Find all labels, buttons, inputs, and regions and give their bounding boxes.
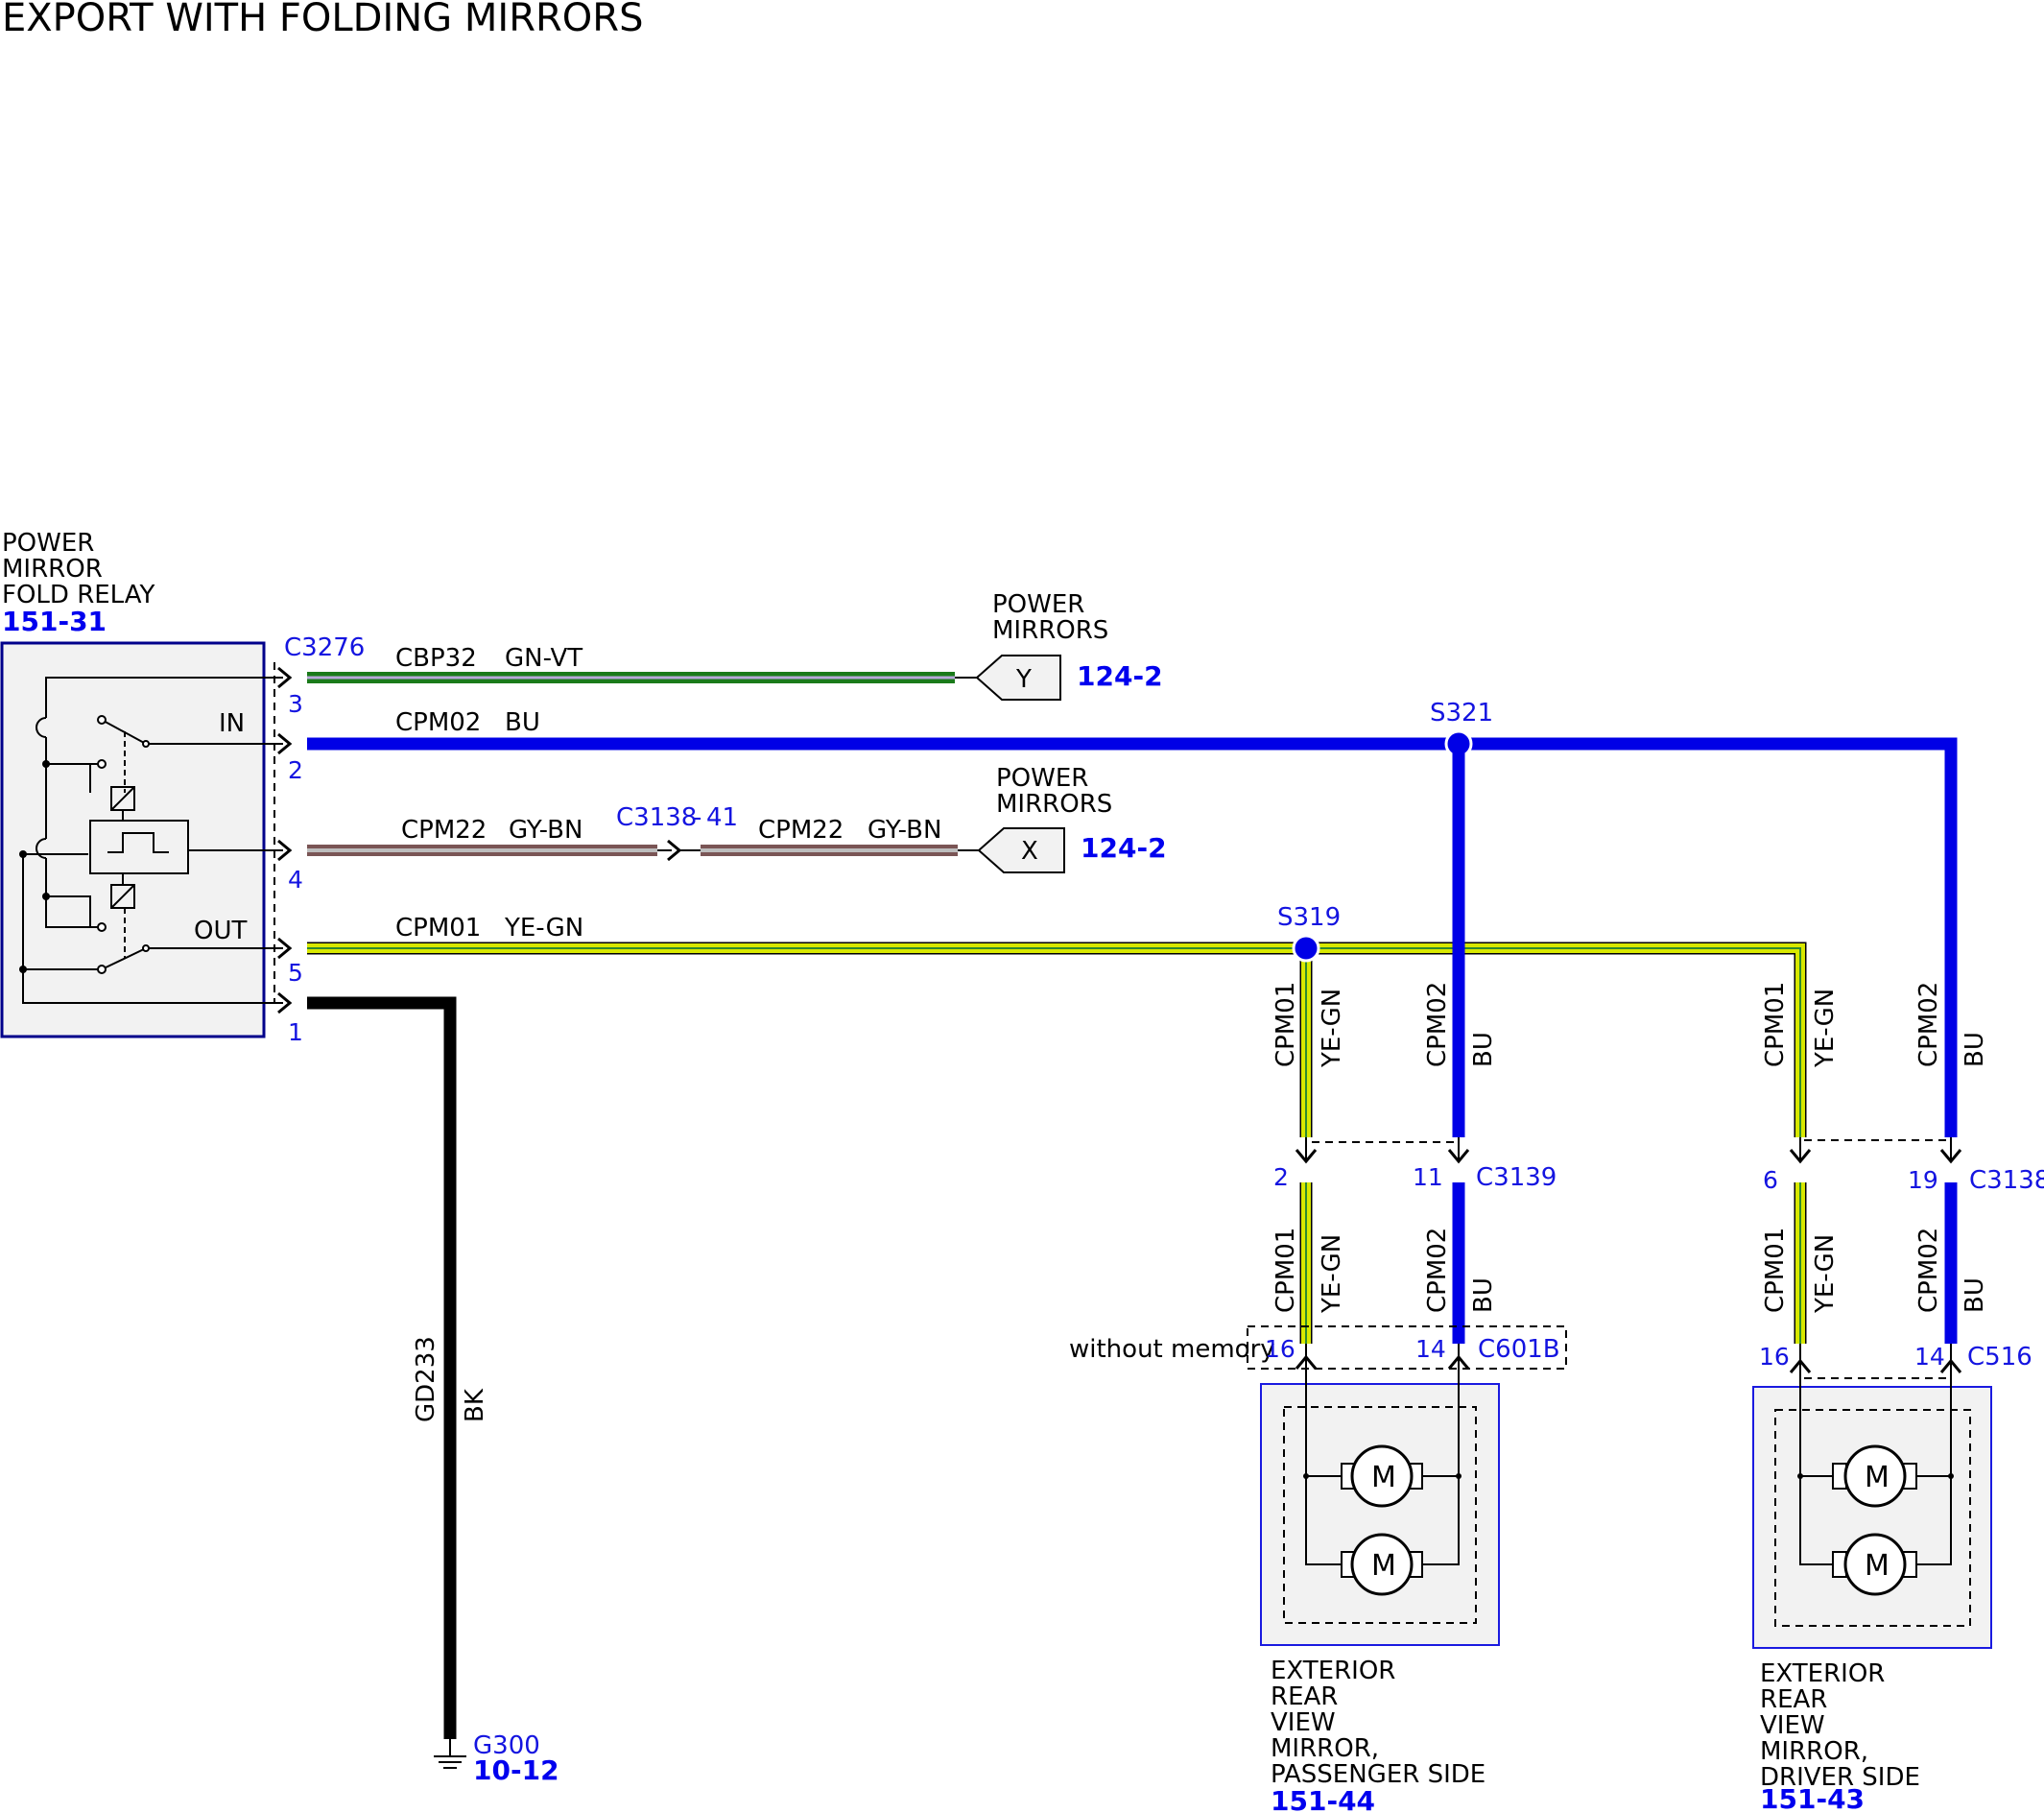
- wire-cpm01-circuit: CPM01: [395, 914, 481, 942]
- connector-c3139: 2 11 C3139: [1273, 1137, 1557, 1192]
- connector-c516: 16 14 C516: [1759, 1343, 2032, 1384]
- inline-connector-dash: -: [693, 803, 701, 832]
- driver-mirror-line-4: MIRROR,: [1760, 1737, 1868, 1766]
- connector-c516-pin-right: 14: [1914, 1343, 1945, 1371]
- connector-c601b-pin-right: 14: [1415, 1335, 1446, 1363]
- connector-c3138-driver-pin-right: 19: [1908, 1166, 1938, 1194]
- driver-cpm01-lower-color: YE-GN: [1811, 1234, 1840, 1314]
- driver-mirror-line-1: EXTERIOR: [1760, 1659, 1885, 1688]
- relay-out-label: OUT: [194, 917, 247, 945]
- power-mirrors-y-line-1: POWER: [992, 590, 1084, 619]
- passenger-mirror-line-2: REAR: [1271, 1682, 1338, 1711]
- driver-cpm02-upper-circuit: CPM02: [1914, 982, 1943, 1067]
- relay-ref[interactable]: 151-31: [2, 606, 107, 637]
- power-mirrors-y: POWER MIRRORS Y 124-2: [975, 590, 1163, 701]
- driver-cpm01-lower-circuit: CPM01: [1761, 1228, 1790, 1313]
- inline-connector-pin: 41: [706, 803, 738, 832]
- splice-s319-label: S319: [1277, 903, 1341, 932]
- ground-ref[interactable]: 10-12: [473, 1754, 559, 1786]
- connector-c3138-driver-pin-left: 6: [1763, 1166, 1778, 1194]
- driver-cpm02-lower-circuit: CPM02: [1914, 1228, 1943, 1313]
- wire-cpm22-circuit-left: CPM22: [401, 816, 487, 845]
- passenger-mirror-line-1: EXTERIOR: [1271, 1657, 1395, 1685]
- passenger-cpm02-lower-color: BU: [1469, 1277, 1498, 1313]
- connector-c3138-driver-name: C3138: [1969, 1166, 2044, 1195]
- connector-c601b-name: C601B: [1478, 1335, 1560, 1364]
- wire-cpm22-color-left: GY-BN: [509, 816, 582, 845]
- wire-cpm02-circuit: CPM02: [395, 708, 481, 737]
- passenger-cpm01-lower-color: YE-GN: [1318, 1234, 1346, 1314]
- passenger-mirror-ref[interactable]: 151-44: [1271, 1785, 1375, 1813]
- driver-mirror-line-3: VIEW: [1760, 1711, 1825, 1740]
- wire-cbp32-color: GN-VT: [505, 644, 582, 673]
- relay-pin-4: 4: [288, 866, 303, 894]
- driver-mirror: M M EXTERIOR REAR VIEW MIRROR, DRIVER SI…: [1752, 1384, 1992, 1813]
- relay-name-line-2: MIRROR: [2, 555, 103, 584]
- connector-c601b-note: without memory: [1069, 1335, 1275, 1364]
- passenger-cpm01-upper-color: YE-GN: [1318, 989, 1346, 1068]
- passenger-lower-wires: CPM01 YE-GN CPM02 BU: [1272, 1182, 1498, 1344]
- wire-cpm22-circuit-right: CPM22: [758, 816, 844, 845]
- ground-g300: G300 10-12: [434, 1731, 559, 1786]
- driver-mirror-ref[interactable]: 151-43: [1760, 1783, 1865, 1813]
- wire-cbp32: CBP32 GN-VT: [307, 644, 977, 683]
- wire-cpm02-color: BU: [505, 708, 540, 737]
- passenger-cpm01-lower-circuit: CPM01: [1272, 1228, 1300, 1313]
- inline-connector-name: C3138: [616, 803, 697, 832]
- power-mirrors-y-letter: Y: [1015, 665, 1032, 694]
- relay-pin-3: 3: [288, 690, 303, 718]
- wire-cpm01-color: YE-GN: [504, 914, 583, 942]
- driver-cpm01-upper-color: YE-GN: [1811, 989, 1840, 1068]
- connector-c516-pin-left: 16: [1759, 1343, 1790, 1371]
- wire-cpm22-color-right: GY-BN: [868, 816, 941, 845]
- passenger-cpm02-upper-circuit: CPM02: [1423, 982, 1452, 1067]
- passenger-mirror-body: [1260, 1383, 1500, 1646]
- splice-s321-label: S321: [1430, 699, 1493, 728]
- driver-mirror-line-2: REAR: [1760, 1685, 1827, 1714]
- relay-pin-5: 5: [288, 959, 303, 987]
- connector-c516-name: C516: [1967, 1343, 2032, 1372]
- passenger-mirror-line-4: MIRROR,: [1271, 1734, 1379, 1763]
- passenger-cpm01-upper-circuit: CPM01: [1272, 982, 1300, 1067]
- wire-gd233: GD233 BK: [307, 996, 489, 1739]
- passenger-motor-upper-label: M: [1371, 1461, 1396, 1494]
- wiring-diagram: EXPORT WITH FOLDING MIRRORS POWER MIRROR…: [0, 0, 2044, 1813]
- page-title: EXPORT WITH FOLDING MIRRORS: [2, 0, 643, 40]
- driver-motor-lower-label: M: [1865, 1549, 1890, 1583]
- driver-cpm01-upper-circuit: CPM01: [1761, 982, 1790, 1067]
- driver-cpm02-lower-color: BU: [1961, 1277, 1989, 1313]
- power-mirrors-x-ref[interactable]: 124-2: [1081, 832, 1167, 864]
- power-mirrors-x: POWER MIRRORS X 124-2: [977, 764, 1167, 873]
- relay-pin-2: 2: [288, 756, 303, 784]
- driver-cpm02-upper-color: BU: [1961, 1032, 1989, 1067]
- passenger-mirror: M M EXTERIOR REAR VIEW MIRROR, PASSENGER…: [1260, 1382, 1500, 1813]
- connector-c601b-pin-left: 16: [1265, 1335, 1295, 1363]
- wire-gd233-circuit: GD233: [412, 1336, 440, 1422]
- connector-c3139-pin-left: 2: [1273, 1163, 1289, 1191]
- power-mirrors-y-ref[interactable]: 124-2: [1077, 660, 1163, 692]
- passenger-mirror-line-3: VIEW: [1271, 1708, 1336, 1737]
- relay-connector-label: C3276: [284, 633, 365, 662]
- power-mirrors-y-line-2: MIRRORS: [992, 616, 1108, 645]
- wire-cbp32-circuit: CBP32: [395, 644, 477, 673]
- connector-c3139-name: C3139: [1476, 1163, 1557, 1192]
- connector-c601b: without memory 16 14 C601B: [1069, 1325, 1567, 1382]
- power-mirrors-x-line-1: POWER: [996, 764, 1088, 793]
- power-mirrors-x-letter: X: [1021, 837, 1038, 866]
- passenger-cpm02-upper-color: BU: [1469, 1032, 1498, 1067]
- wire-cpm22: CPM22 GY-BN CPM22 GY-BN C3138 - 41: [307, 803, 979, 862]
- driver-motor-upper-label: M: [1865, 1461, 1890, 1494]
- connector-c3139-pin-right: 11: [1413, 1163, 1443, 1191]
- relay-name-line-1: POWER: [2, 529, 94, 558]
- passenger-motor-lower-label: M: [1371, 1549, 1396, 1583]
- relay-in-label: IN: [219, 709, 245, 738]
- driver-mirror-body: [1752, 1386, 1992, 1649]
- fold-relay: POWER MIRROR FOLD RELAY 151-31 IN OUT C3…: [0, 529, 365, 1046]
- relay-pin-1: 1: [288, 1018, 303, 1046]
- passenger-cpm02-lower-circuit: CPM02: [1423, 1228, 1452, 1313]
- wire-gd233-color: BK: [461, 1388, 489, 1422]
- driver-lower-wires: CPM01 YE-GN CPM02 BU: [1761, 1182, 1989, 1344]
- power-mirrors-x-line-2: MIRRORS: [996, 790, 1112, 819]
